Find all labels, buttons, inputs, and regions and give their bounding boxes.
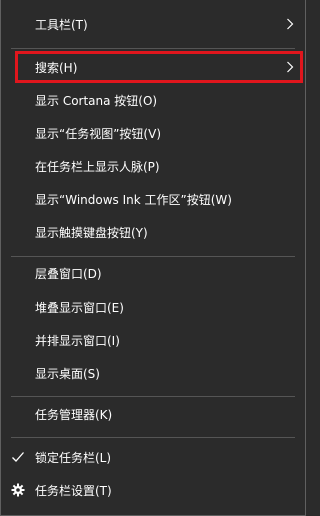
menu-item-label: 显示桌面(S) — [35, 366, 100, 381]
menu-separator — [11, 396, 295, 397]
menu-item-label: 显示触摸键盘按钮(Y) — [35, 225, 148, 240]
menu-item-show-touch-keyboard-button[interactable]: 显示触摸键盘按钮(Y) — [1, 216, 305, 248]
gear-icon — [11, 483, 25, 497]
menu-item-show-windows-ink-button[interactable]: 显示“Windows Ink 工作区”按钮(W) — [1, 183, 305, 215]
menu-item-label: 任务栏设置(T) — [35, 483, 112, 498]
menu-item-label: 搜索(H) — [35, 60, 78, 75]
menu-item-taskbar-settings[interactable]: 任务栏设置(T) — [1, 474, 305, 506]
menu-item-lock-taskbar[interactable]: 锁定任务栏(L) — [1, 441, 305, 473]
menu-item-show-people[interactable]: 在任务栏上显示人脉(P) — [1, 150, 305, 182]
menu-item-label: 在任务栏上显示人脉(P) — [35, 159, 160, 174]
menu-item-label: 锁定任务栏(L) — [35, 450, 112, 465]
menu-item-show-desktop[interactable]: 显示桌面(S) — [1, 357, 305, 389]
menu-item-label: 层叠窗口(D) — [35, 266, 102, 281]
menu-item-cascade-windows[interactable]: 层叠窗口(D) — [1, 257, 305, 289]
menu-item-label: 显示 Cortana 按钮(O) — [35, 93, 158, 108]
menu-separator — [11, 48, 295, 49]
menu-item-label: 显示“Windows Ink 工作区”按钮(W) — [35, 192, 232, 207]
menu-item-label: 显示“任务视图”按钮(V) — [35, 126, 162, 141]
menu-item-show-task-view-button[interactable]: 显示“任务视图”按钮(V) — [1, 117, 305, 149]
taskbar-context-menu: 工具栏(T) 搜索(H) 显示 Cortana 按钮(O) 显示“任务视图”按钮… — [0, 0, 306, 516]
menu-item-toolbars[interactable]: 工具栏(T) — [1, 8, 305, 40]
menu-item-search[interactable]: 搜索(H) — [1, 51, 305, 83]
menu-item-label: 并排显示窗口(I) — [35, 333, 120, 348]
menu-item-show-cortana-button[interactable]: 显示 Cortana 按钮(O) — [1, 84, 305, 116]
chevron-right-icon — [286, 18, 294, 30]
menu-item-stack-windows[interactable]: 堆叠显示窗口(E) — [1, 291, 305, 323]
menu-separator — [11, 437, 295, 438]
menu-item-label: 堆叠显示窗口(E) — [35, 300, 124, 315]
menu-item-label: 任务管理器(K) — [35, 407, 113, 422]
menu-item-label: 工具栏(T) — [35, 17, 88, 32]
menu-item-side-by-side-windows[interactable]: 并排显示窗口(I) — [1, 324, 305, 356]
chevron-right-icon — [286, 61, 294, 73]
menu-item-task-manager[interactable]: 任务管理器(K) — [1, 398, 305, 430]
checkmark-icon — [11, 450, 25, 464]
